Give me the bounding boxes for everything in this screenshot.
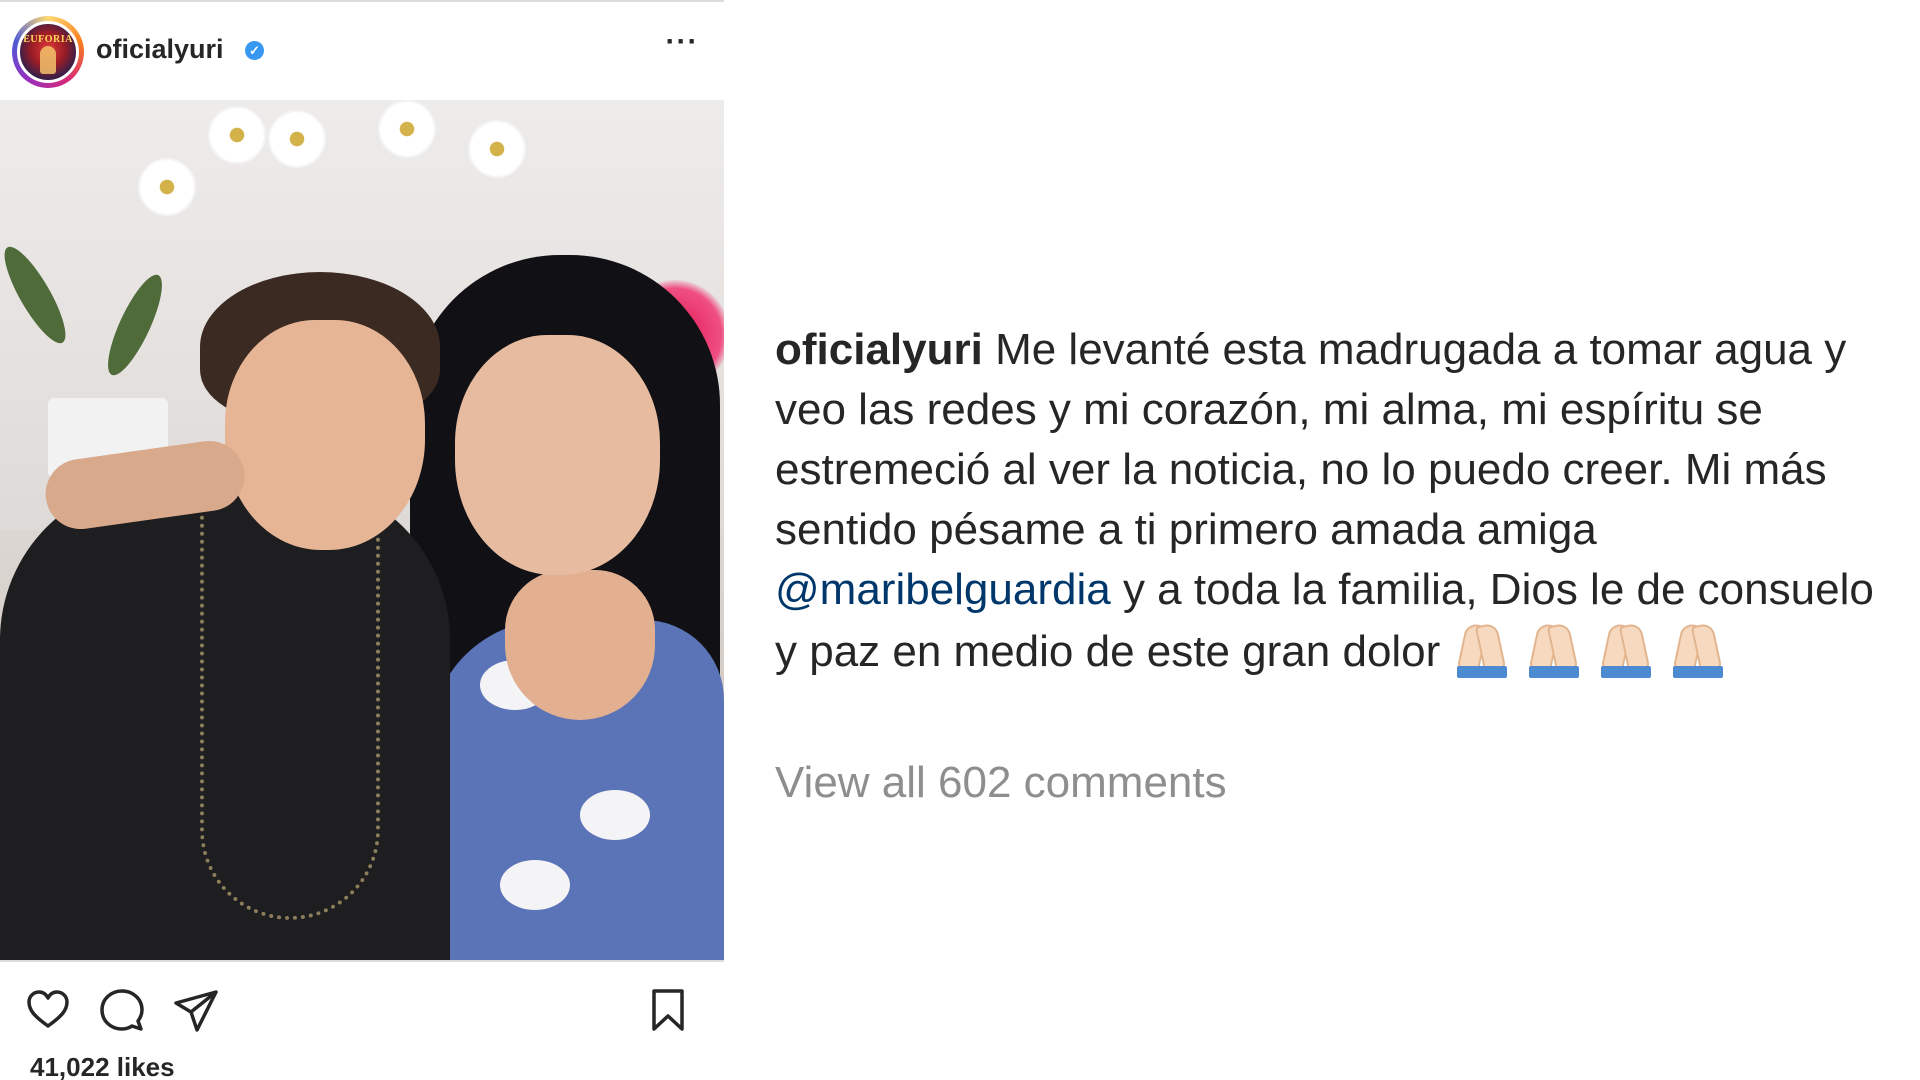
folded-hands-icon xyxy=(1597,620,1655,678)
avatar-figure xyxy=(40,46,56,74)
photo-flower xyxy=(270,112,324,166)
photo-flower xyxy=(380,102,434,156)
more-options-icon[interactable]: ··· xyxy=(662,24,702,64)
emoji-row xyxy=(1453,622,1741,678)
view-all-comments-link[interactable]: View all 602 comments xyxy=(775,758,1227,808)
folded-hands-icon xyxy=(1525,620,1583,678)
post-username[interactable]: oficialyuri xyxy=(96,34,224,65)
photo-dress-flower xyxy=(500,860,570,910)
folded-hands-icon xyxy=(1453,620,1511,678)
photo-woman-chest xyxy=(505,570,655,720)
caption: oficialyuri Me levanté esta madrugada a … xyxy=(775,320,1895,682)
mention-link[interactable]: @maribelguardia xyxy=(775,565,1111,614)
bookmark-icon[interactable] xyxy=(644,986,692,1034)
post-photo[interactable] xyxy=(0,100,724,962)
avatar[interactable]: EUFORIA xyxy=(17,21,79,83)
photo-flower xyxy=(470,122,524,176)
story-ring[interactable]: EUFORIA xyxy=(12,16,84,88)
post-actions xyxy=(0,970,724,1040)
share-icon[interactable] xyxy=(172,986,220,1034)
photo-woman-face xyxy=(455,335,660,575)
photo-flower xyxy=(210,108,264,162)
instagram-post: EUFORIA oficialyuri ✓ ··· 41,022 likes xyxy=(0,0,724,1080)
likes-count[interactable]: 41,022 likes xyxy=(30,1052,175,1080)
post-header: EUFORIA oficialyuri ✓ ··· xyxy=(0,2,724,98)
photo-flower xyxy=(140,160,194,214)
photo-dress-flower xyxy=(580,790,650,840)
heart-icon[interactable] xyxy=(24,986,72,1034)
avatar-logo: EUFORIA xyxy=(23,34,73,45)
photo-divider xyxy=(0,960,724,962)
verified-badge-icon: ✓ xyxy=(245,41,264,60)
photo-man-face xyxy=(225,320,425,550)
folded-hands-icon xyxy=(1669,620,1727,678)
caption-username[interactable]: oficialyuri xyxy=(775,325,983,374)
comment-icon[interactable] xyxy=(98,986,146,1034)
photo-necklace xyxy=(200,500,380,920)
